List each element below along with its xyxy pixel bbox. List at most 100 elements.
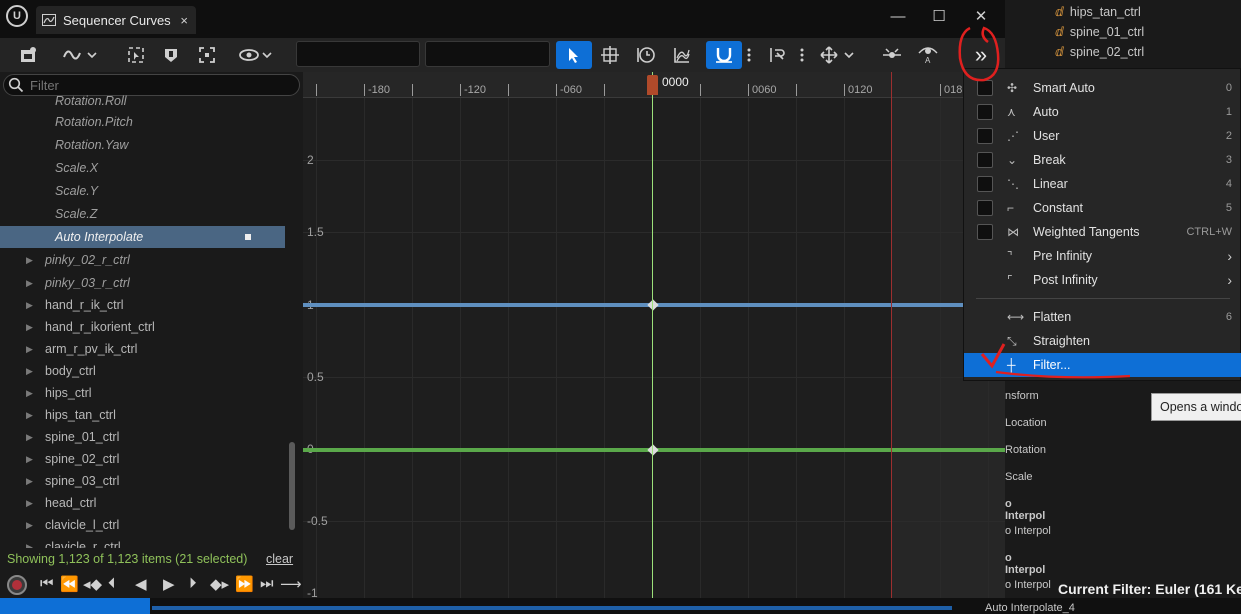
step-forward-icon[interactable]: ⏩ xyxy=(235,575,254,593)
tree-item[interactable]: ▶ clavicle_r_ctrl xyxy=(0,536,285,548)
expand-arrow-icon[interactable]: ▶ xyxy=(26,536,33,548)
close-window-button[interactable]: ✕ xyxy=(970,7,992,27)
flatten-tangents-icon[interactable] xyxy=(878,41,906,69)
menu-item-user[interactable]: ⋰ User 2 xyxy=(964,124,1241,148)
jump-to-start-icon[interactable]: ⏮ xyxy=(40,575,54,592)
end-range-marker[interactable] xyxy=(891,72,892,598)
tangent-visibility-icon[interactable] xyxy=(764,41,790,69)
tree-item[interactable]: ▶ hips_tan_ctrl xyxy=(0,404,285,426)
checkbox[interactable] xyxy=(977,80,993,96)
tree-item[interactable]: ▶ spine_01_ctrl xyxy=(0,426,285,448)
expand-arrow-icon[interactable]: ▶ xyxy=(26,382,33,404)
tree-item[interactable]: ▶ hand_r_ikorient_ctrl xyxy=(0,316,285,338)
menu-item-smart-auto[interactable]: ✣ Smart Auto 0 xyxy=(964,76,1241,100)
details-row[interactable]: Rotation xyxy=(1005,444,1046,456)
tree-item-selected[interactable]: Auto Interpolate xyxy=(0,226,285,248)
menu-item-break[interactable]: ⌄ Break 3 xyxy=(964,148,1241,172)
curve-graph[interactable]: -180 -120 -060 0060 0120 018 2 1.5 1 0.5… xyxy=(303,72,1005,598)
details-row[interactable]: o Interpol xyxy=(1005,579,1051,591)
minimize-button[interactable]: — xyxy=(887,7,909,27)
checkbox[interactable] xyxy=(977,176,993,192)
tree-item[interactable]: ▶ arm_r_pv_ik_ctrl xyxy=(0,338,285,360)
jump-to-end-icon[interactable]: ⏭ xyxy=(260,575,274,592)
details-row[interactable]: Scale xyxy=(1005,471,1033,483)
snapping-options-icon[interactable] xyxy=(743,41,755,69)
tree-item[interactable]: ▶ spine_03_ctrl xyxy=(0,470,285,492)
frame-selected-icon[interactable] xyxy=(157,41,185,69)
checkbox[interactable] xyxy=(977,152,993,168)
expand-arrow-icon[interactable]: ▶ xyxy=(26,249,33,271)
outliner-row[interactable]: ⅆ spine_02_ctrl xyxy=(1055,44,1144,59)
tree-item[interactable]: Scale.X xyxy=(0,157,285,179)
expand-arrow-icon[interactable]: ▶ xyxy=(26,294,33,316)
save-keys-button[interactable] xyxy=(14,41,42,69)
timeline-scrollbar[interactable] xyxy=(152,606,952,610)
tree-item[interactable]: Rotation.Roll xyxy=(0,90,285,112)
prev-key-icon[interactable]: ◂◆ xyxy=(83,575,102,593)
step-forward-frame-icon[interactable]: ⏵ xyxy=(189,575,197,592)
details-row[interactable]: nsform xyxy=(1005,390,1039,402)
select-tool-button[interactable] xyxy=(556,41,592,69)
curve-view-dropdown-button[interactable] xyxy=(58,41,102,69)
frame-selection-icon[interactable] xyxy=(122,41,150,69)
tree-item[interactable]: ▶ body_ctrl xyxy=(0,360,285,382)
keyframe[interactable] xyxy=(647,444,659,456)
clear-link[interactable]: clear xyxy=(266,552,293,566)
expand-arrow-icon[interactable]: ▶ xyxy=(26,492,33,514)
loop-icon[interactable]: ⟶ xyxy=(280,575,302,593)
expand-arrow-icon[interactable]: ▶ xyxy=(26,448,33,470)
playhead-handle[interactable] xyxy=(647,75,658,95)
expand-arrow-icon[interactable]: ▶ xyxy=(26,404,33,426)
tab-close-icon[interactable]: × xyxy=(180,13,188,28)
expand-arrow-icon[interactable]: ▶ xyxy=(26,272,33,294)
play-reverse-icon[interactable]: ◀ xyxy=(135,575,147,593)
outliner-row[interactable]: ⅆ spine_01_ctrl xyxy=(1055,24,1144,39)
expand-arrow-icon[interactable]: ▶ xyxy=(26,316,33,338)
checkbox[interactable] xyxy=(977,104,993,120)
frame-input-field[interactable] xyxy=(296,41,420,67)
details-row[interactable]: Location xyxy=(1005,417,1047,429)
details-row[interactable]: o Interpol xyxy=(1005,498,1055,522)
menu-item-filter[interactable]: ┼ Filter... xyxy=(964,353,1241,377)
outliner-row[interactable]: ⅆ hips_tan_ctrl xyxy=(1055,4,1141,19)
maximize-button[interactable]: ☐ xyxy=(928,7,950,27)
checkbox[interactable] xyxy=(977,224,993,240)
retime-tool-icon[interactable] xyxy=(632,41,660,69)
checkbox[interactable] xyxy=(977,200,993,216)
menu-item-post-infinity[interactable]: ⌜ Post Infinity › xyxy=(964,268,1241,292)
tree-item[interactable]: ▶ spine_02_ctrl xyxy=(0,448,285,470)
tree-item[interactable]: ▶ clavicle_l_ctrl xyxy=(0,514,285,536)
menu-item-weighted-tangents[interactable]: ⋈ Weighted Tangents CTRL+W xyxy=(964,220,1241,244)
tree-item[interactable]: Scale.Z xyxy=(0,203,285,225)
frame-all-icon[interactable] xyxy=(193,41,221,69)
move-axis-dropdown-icon[interactable] xyxy=(816,41,858,69)
expand-arrow-icon[interactable]: ▶ xyxy=(26,470,33,492)
step-back-icon[interactable]: ⏪ xyxy=(60,575,79,593)
menu-item-pre-infinity[interactable]: ⌝ Pre Infinity › xyxy=(964,244,1241,268)
tree-scrollbar-thumb[interactable] xyxy=(289,442,295,530)
multi-scale-tool-icon[interactable] xyxy=(668,41,696,69)
expand-arrow-icon[interactable]: ▶ xyxy=(26,514,33,536)
step-back-frame-icon[interactable]: ⏴ xyxy=(108,575,116,592)
tree-item[interactable]: Rotation.Pitch xyxy=(0,111,285,133)
tree-item[interactable]: ▶ hips_ctrl xyxy=(0,382,285,404)
menu-item-straighten[interactable]: ⤡ Straighten xyxy=(964,329,1241,353)
auto-tangents-icon[interactable]: A xyxy=(914,41,942,69)
value-input-field[interactable] xyxy=(425,41,550,67)
tree-item[interactable]: Scale.Y xyxy=(0,180,285,202)
playhead-line[interactable] xyxy=(652,72,653,598)
expand-arrow-icon[interactable]: ▶ xyxy=(26,338,33,360)
record-button[interactable] xyxy=(7,575,27,595)
menu-item-auto[interactable]: ⋏ Auto 1 xyxy=(964,100,1241,124)
tab-sequencer-curves[interactable]: Sequencer Curves × xyxy=(36,6,196,34)
menu-item-flatten[interactable]: ⟷ Flatten 6 xyxy=(964,305,1241,329)
toolbar-overflow-button[interactable]: » xyxy=(963,40,999,70)
details-row[interactable]: o Interpol xyxy=(1005,525,1051,537)
tree-item[interactable]: Rotation.Yaw xyxy=(0,134,285,156)
play-icon[interactable]: ▶ xyxy=(163,575,175,593)
keyframe[interactable] xyxy=(647,299,659,311)
next-key-icon[interactable]: ◆▸ xyxy=(210,575,229,593)
tree-item[interactable]: ▶ head_ctrl xyxy=(0,492,285,514)
checkbox[interactable] xyxy=(977,128,993,144)
menu-item-linear[interactable]: ⋱ Linear 4 xyxy=(964,172,1241,196)
